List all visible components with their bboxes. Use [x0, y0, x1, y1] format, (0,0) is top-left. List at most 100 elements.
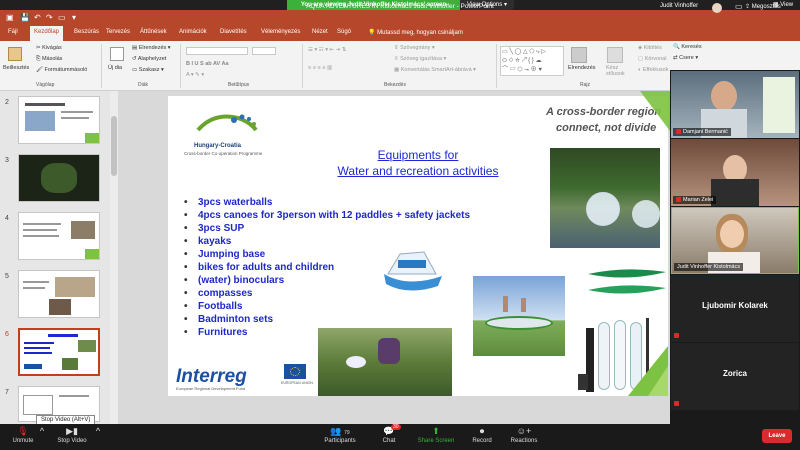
find-button[interactable]: 🔍 Keresés — [673, 44, 702, 50]
share-screen-icon: ⬆ — [432, 426, 440, 436]
list-item: 3pcs waterballs — [184, 196, 470, 209]
record-button[interactable]: ⏺ Record — [468, 424, 496, 450]
participant-name: Judit Vinhoffer Kistolmács — [674, 263, 744, 271]
copy-button[interactable]: ⎘ Másolás — [36, 56, 62, 63]
fill-label: Kitöltés — [643, 45, 662, 51]
share-screen-button[interactable]: ⬆ Share Screen — [414, 424, 458, 450]
ribbon-display-icon[interactable]: ▭ — [735, 2, 743, 11]
align-text-label: Szöveg igazítása — [400, 56, 443, 62]
new-slide-button[interactable]: Új dia — [108, 65, 122, 71]
reactions-button[interactable]: ☺+ Reactions — [506, 424, 542, 450]
paste-icon[interactable] — [8, 47, 22, 61]
tab-review[interactable]: Véleményezés — [261, 29, 300, 35]
slide-corner-accent — [640, 91, 670, 131]
font-size-field[interactable] — [252, 47, 276, 55]
signed-in-user[interactable]: Judit Vinhoffer — [660, 3, 698, 9]
font-name-field[interactable] — [186, 47, 248, 55]
participant-tile[interactable]: Damjani Bermanić — [671, 71, 799, 138]
list-buttons[interactable]: ☰ ▾ ☷ ▾ ⇤ ⇥ ⇅ — [308, 47, 346, 53]
slide-number: 3 — [5, 157, 9, 164]
customize-qat-icon[interactable]: ▾ — [72, 13, 76, 22]
undo-icon[interactable]: ↶ — [34, 13, 41, 22]
layout-button[interactable]: ▤ Elrendezés ▾ — [132, 45, 171, 51]
participant-tile[interactable]: Ljubomir Kolarek — [671, 275, 799, 342]
shapes-gallery[interactable]: ▭ ╲ ◯ △ ⬠ ⤷ ▷ ⬭ ◇ ☆ ↗ { } ☁ ⌒ ▱ ⬡ ⭢ ⊕ ♥ — [500, 46, 564, 76]
list-item: Badminton sets — [184, 313, 470, 326]
slide-thumbnail-2[interactable] — [18, 96, 100, 144]
stop-video-button[interactable]: ▶▮ Stop Video — [50, 424, 94, 450]
slide-thumbnail-5[interactable] — [18, 270, 100, 318]
fill-button[interactable]: ◈ Kitöltés — [638, 45, 662, 51]
tab-design[interactable]: Tervezés — [106, 29, 130, 35]
smartart-button[interactable]: ▦ Konvertálás SmartArt-ábrává ▾ — [394, 67, 476, 73]
reset-button[interactable]: ↺ Alaphelyzet — [132, 56, 166, 62]
share-screen-label: Share Screen — [417, 438, 455, 444]
hungary-croatia-logo — [196, 114, 258, 132]
participants-count: 79 — [344, 430, 350, 436]
paste-button[interactable]: Beillesztés — [3, 65, 29, 71]
muted-mic-icon — [676, 129, 681, 135]
save-icon[interactable]: 💾 — [20, 13, 30, 22]
current-slide[interactable]: Hungary-Croatia Cross-border Co-operatio… — [168, 96, 668, 396]
slide-thumbnail-6[interactable] — [18, 328, 100, 376]
outline-button[interactable]: ▢ Körvonal — [638, 56, 666, 62]
tab-insert[interactable]: Beszúrás — [74, 29, 99, 35]
share-button[interactable]: ⇪ Megosztás — [745, 3, 781, 10]
reactions-label: Reactions — [510, 438, 538, 444]
quick-styles-button[interactable]: Kész stílusok — [606, 65, 630, 77]
align-buttons[interactable]: ≡ ≡ ≡ ≡ ▥ — [308, 65, 332, 71]
ppt-titlebar: ▣ 💾 ↶ ↷ ▭ ▾ — [0, 10, 800, 26]
align-text-button[interactable]: ⇳ Szöveg igazítása ▾ — [394, 56, 446, 62]
tab-file[interactable]: Fájl — [8, 29, 18, 35]
audio-options-caret[interactable]: ^ — [38, 424, 46, 450]
font-format-buttons[interactable]: B I U S ab AV Aa — [186, 61, 229, 67]
unmute-button[interactable]: 🎙 Unmute — [8, 424, 38, 450]
eu-label: EUROPEAN UNION — [281, 381, 313, 385]
tab-view[interactable]: Nézet — [312, 29, 328, 35]
text-direction-button[interactable]: ⇕ Szövegirány ▾ — [394, 45, 435, 51]
cut-button[interactable]: ✂ Kivágás — [36, 45, 62, 51]
ribbon-separator — [101, 44, 102, 88]
section-label: Szakasz — [138, 67, 160, 73]
format-painter-label: Formátummásoló — [44, 67, 88, 73]
muted-mic-icon — [674, 401, 679, 406]
effects-button[interactable]: ◐ Effektusok — [638, 67, 668, 73]
smartart-label: Konvertálás SmartArt-ábrává — [400, 67, 472, 73]
section-button[interactable]: ▭ Szakasz ▾ — [132, 67, 164, 73]
arrange-button[interactable]: Elrendezés — [568, 65, 596, 71]
tab-help[interactable]: Súgó — [337, 29, 351, 35]
slide-thumbnail-4[interactable] — [18, 212, 100, 260]
quick-styles-icon[interactable] — [607, 47, 623, 63]
present-icon[interactable]: ▭ — [58, 13, 66, 22]
slide-number: 4 — [5, 215, 9, 222]
tab-transitions[interactable]: Áttűnések — [140, 29, 167, 35]
arrange-icon[interactable] — [571, 47, 587, 63]
format-painter-button[interactable]: 🖌 Formátummásoló — [36, 67, 87, 73]
record-icon: ⏺ — [479, 426, 485, 436]
participant-tile[interactable]: Marian Zelei — [671, 139, 799, 206]
participant-tile[interactable]: Zorica — [671, 343, 799, 410]
participants-button[interactable]: 👥 79 Participants — [314, 424, 366, 450]
video-options-caret[interactable]: ^ — [94, 424, 102, 450]
tab-slideshow[interactable]: Diavetítés — [220, 29, 247, 35]
replace-button[interactable]: ⇄ Csere ▾ — [673, 55, 698, 61]
cut-label: Kivágás — [42, 45, 62, 51]
tab-animations[interactable]: Animációk — [179, 29, 207, 35]
participant-tile-active[interactable]: Judit Vinhoffer Kistolmács — [671, 207, 799, 274]
autosave-icon[interactable]: ▣ — [6, 13, 14, 22]
logo-subtitle: Cross-border Co-operation Programme — [184, 151, 263, 156]
interreg-logo: Interreg — [176, 366, 247, 387]
pedal-boat-image — [384, 251, 442, 291]
slide-thumbnail-3[interactable] — [18, 154, 100, 202]
new-slide-icon[interactable] — [110, 47, 124, 61]
tell-me-box[interactable]: 💡 Mutassd meg, hogyan csináljam — [368, 29, 463, 36]
leave-button[interactable]: Leave — [762, 429, 792, 443]
thumbnail-scrollbar-thumb[interactable] — [111, 116, 117, 176]
participants-icon: 👥 79 — [330, 426, 350, 436]
video-camera-icon: ▶▮ — [66, 426, 78, 436]
tab-home[interactable]: Kezdőlap — [30, 26, 64, 41]
user-avatar[interactable] — [712, 3, 722, 13]
unmute-label: Unmute — [12, 438, 34, 444]
font-color-buttons[interactable]: A ▾ ✎ ▾ — [186, 72, 204, 78]
redo-icon[interactable]: ↷ — [46, 13, 53, 22]
